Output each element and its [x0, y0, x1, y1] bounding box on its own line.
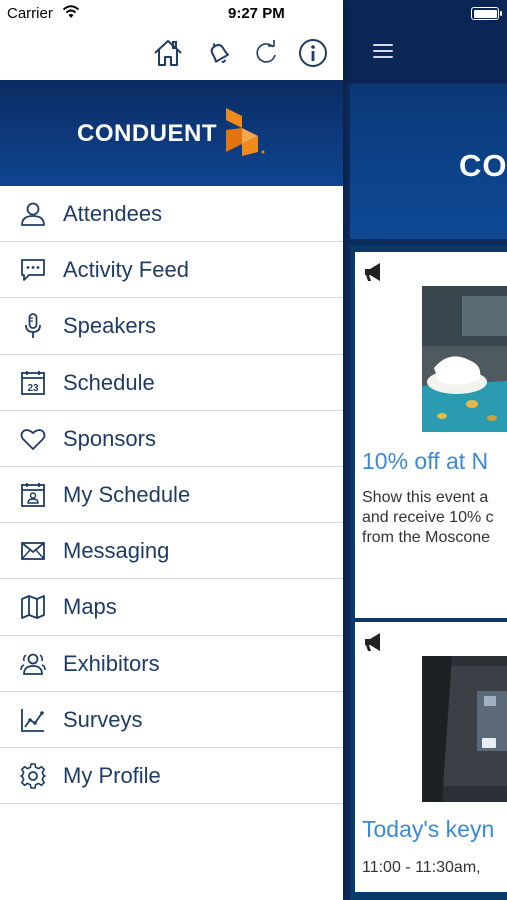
menu-item-messaging[interactable]: Messaging	[0, 523, 343, 580]
brand-wordmark: CONDUENT	[77, 120, 217, 147]
banner-wordmark: CO	[459, 148, 507, 183]
svg-text:23: 23	[27, 383, 39, 394]
envelope-icon	[21, 542, 45, 561]
home-icon[interactable]	[152, 37, 184, 69]
menu-item-label: Speakers	[63, 313, 156, 339]
megaphone-icon	[365, 633, 380, 651]
menu-item-my-schedule[interactable]: My Schedule	[0, 467, 343, 524]
menu-item-schedule[interactable]: 23 Schedule	[0, 355, 343, 411]
carrier-label: Carrier	[7, 5, 53, 22]
menu-item-label: Messaging	[63, 538, 170, 564]
battery-icon	[471, 7, 502, 20]
bell-icon[interactable]	[203, 37, 235, 69]
microphone-icon	[25, 313, 41, 339]
menu-item-label: Surveys	[63, 706, 143, 732]
menu-item-attendees[interactable]: Attendees	[0, 186, 343, 243]
chart-icon	[21, 708, 44, 732]
chat-bubble-icon	[21, 259, 45, 282]
drawer-toolbar	[0, 26, 343, 80]
menu-item-label: Schedule	[63, 369, 155, 395]
hamburger-menu-icon[interactable]	[373, 42, 393, 60]
map-icon	[21, 595, 45, 620]
status-time: 9:27 PM	[228, 5, 285, 22]
wifi-icon	[62, 5, 80, 18]
menu-item-label: My Profile	[63, 762, 161, 788]
menu-item-label: Attendees	[63, 201, 163, 226]
gear-icon	[20, 763, 46, 789]
info-icon[interactable]	[297, 37, 329, 69]
drawer-menu: Attendees Activity Feed Speakers 23 Sche…	[0, 186, 343, 805]
status-bar: Carrier 9:27 PM	[0, 0, 343, 26]
feed-card[interactable]: Today's keyn 11:00 - 11:30am,	[355, 622, 507, 892]
feed-card[interactable]: 10% off at N Show this event a and recei…	[355, 252, 507, 618]
menu-item-exhibitors[interactable]: Exhibitors	[0, 636, 343, 692]
card-body-line: 11:00 - 11:30am,	[362, 859, 481, 876]
heart-icon	[20, 428, 46, 450]
main-navbar	[343, 0, 507, 82]
menu-item-sponsors[interactable]: Sponsors	[0, 411, 343, 467]
megaphone-icon	[365, 263, 380, 281]
refresh-icon[interactable]	[250, 37, 282, 69]
brand-header: CONDUENT	[0, 80, 343, 186]
card-image	[422, 656, 507, 802]
menu-item-label: Sponsors	[63, 425, 156, 451]
card-body-line: and receive 10% c	[362, 509, 494, 526]
side-drawer: Carrier 9:27 PM CONDUENT Attendees Activ…	[0, 0, 343, 900]
menu-item-activity-feed[interactable]: Activity Feed	[0, 242, 343, 299]
menu-item-label: Exhibitors	[63, 650, 160, 676]
menu-item-label: My Schedule	[63, 481, 191, 507]
card-body-line: Show this event a	[362, 489, 489, 506]
menu-item-surveys[interactable]: Surveys	[0, 692, 343, 748]
conduent-logo-icon	[226, 108, 265, 156]
menu-item-my-profile[interactable]: My Profile	[0, 748, 343, 805]
card-title[interactable]: Today's keyn	[362, 816, 494, 843]
menu-item-label: Activity Feed	[63, 257, 189, 283]
card-body-line: from the Moscone	[362, 529, 491, 546]
calendar-person-icon	[21, 482, 45, 507]
card-image	[422, 286, 507, 432]
menu-item-label: Maps	[63, 594, 117, 620]
people-icon	[20, 653, 46, 675]
menu-item-speakers[interactable]: Speakers	[0, 298, 343, 355]
calendar-23-icon: 23	[21, 370, 45, 395]
person-icon	[21, 202, 45, 226]
card-title[interactable]: 10% off at N	[362, 448, 488, 475]
menu-item-maps[interactable]: Maps	[0, 579, 343, 636]
